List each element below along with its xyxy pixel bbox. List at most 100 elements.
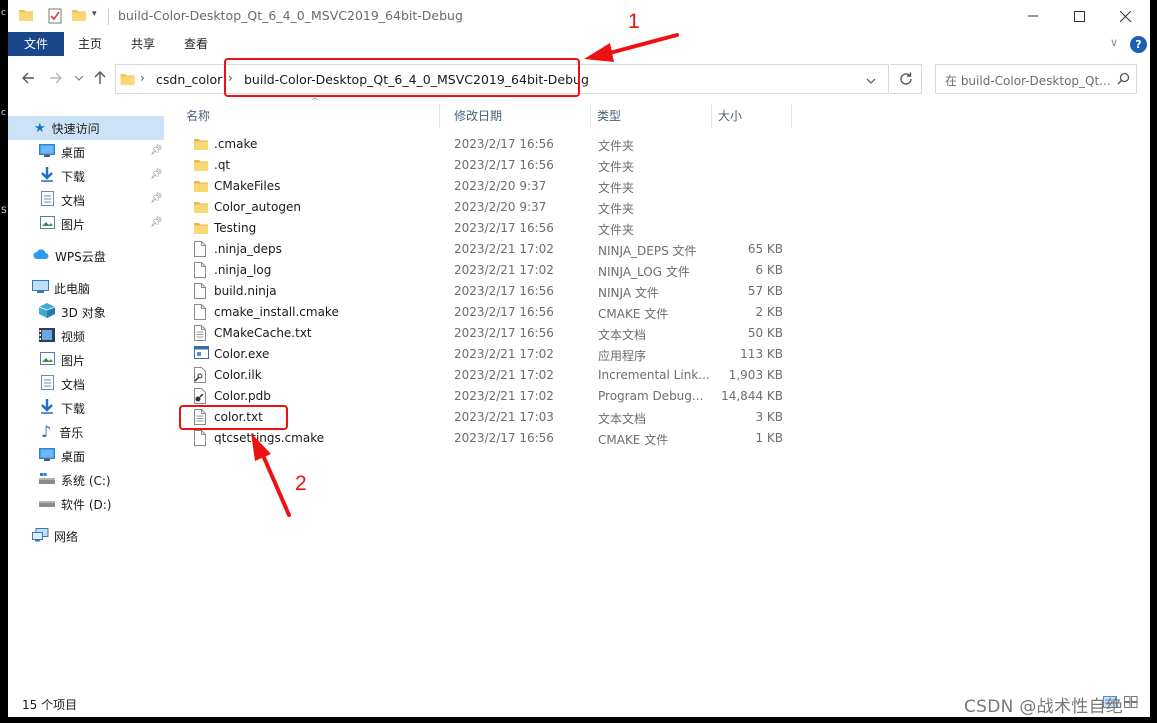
file-name: Color.pdb — [214, 389, 271, 403]
close-button[interactable] — [1102, 0, 1148, 32]
refresh-button[interactable] — [890, 64, 922, 94]
file-row[interactable]: qtcsettings.cmake 2023/2/17 16:56 CMAKE 文件… — [168, 428, 808, 449]
sidebar-item-downloads-pc[interactable]: 下载 — [8, 396, 164, 420]
sidebar-item-label: 桌面 — [61, 449, 86, 464]
sidebar-item-pictures-pc[interactable]: 图片 — [8, 348, 164, 372]
column-header-name[interactable]: 名称 — [180, 104, 440, 128]
column-header-size[interactable]: 大小 — [712, 104, 792, 128]
computer-icon — [32, 279, 49, 297]
tab-file[interactable]: 文件 — [8, 32, 64, 56]
address-dropdown-icon[interactable] — [866, 74, 876, 88]
sidebar-item-documents-pc[interactable]: 文档 — [8, 372, 164, 396]
file-date: 2023/2/17 16:56 — [454, 137, 554, 151]
file-row[interactable]: Testing 2023/2/17 16:56 文件夹 — [168, 218, 808, 239]
tab-share[interactable]: 共享 — [121, 32, 165, 56]
forward-button[interactable] — [46, 68, 66, 88]
maximize-button[interactable] — [1056, 0, 1102, 32]
search-input[interactable]: 在 build-Color-Desktop_Qt... — [935, 64, 1137, 94]
pin-icon[interactable]: 📌︎ — [150, 217, 163, 228]
sidebar-item-desktop[interactable]: 桌面 📌︎ — [8, 140, 164, 164]
file-name: Testing — [214, 221, 257, 235]
file-date: 2023/2/20 9:37 — [454, 200, 547, 214]
pin-icon[interactable]: 📌︎ — [150, 193, 163, 204]
breadcrumb-csdn-color[interactable]: csdn_color — [156, 72, 222, 87]
sidebar-item-label: 下载 — [61, 401, 86, 416]
back-button[interactable] — [18, 68, 38, 88]
help-button[interactable]: ? — [1130, 36, 1147, 53]
background-glyph: S — [1, 206, 7, 216]
file-row[interactable]: cmake_install.cmake 2023/2/17 16:56 CMAKE … — [168, 302, 808, 323]
large-icons-view-icon[interactable] — [1124, 696, 1138, 711]
item-count: 15 个项目 — [22, 698, 78, 712]
sidebar-item-3d-objects[interactable]: 3D 对象 — [8, 300, 164, 324]
expand-ribbon-icon[interactable]: ∨ — [1110, 36, 1118, 49]
file-row[interactable]: Color_autogen 2023/2/20 9:37 文件夹 — [168, 197, 808, 218]
file-row[interactable]: build.ninja 2023/2/17 16:56 NINJA 文件 57 KB — [168, 281, 808, 302]
sidebar-item-downloads[interactable]: 下载 📌︎ — [8, 164, 164, 188]
file-date: 2023/2/17 16:56 — [454, 326, 554, 340]
sidebar-item-videos[interactable]: 视频 — [8, 324, 164, 348]
column-header-date[interactable]: 修改日期 — [448, 104, 591, 128]
file-name: .ninja_log — [214, 263, 272, 277]
file-icon — [194, 262, 208, 278]
sidebar-item-system-drive[interactable]: 系统 (C:) — [8, 468, 164, 492]
file-row[interactable]: .qt 2023/2/17 16:56 文件夹 — [168, 155, 808, 176]
column-header-type[interactable]: 类型 — [591, 104, 712, 128]
new-folder-icon[interactable] — [72, 8, 86, 25]
sidebar-item-network[interactable]: 网络 — [8, 524, 164, 548]
pin-icon[interactable]: 📌︎ — [150, 145, 163, 156]
file-name: .cmake — [214, 137, 258, 151]
file-icon — [194, 430, 208, 446]
up-button[interactable] — [90, 68, 110, 88]
sidebar-item-label: 软件 (D:) — [61, 497, 112, 512]
file-size: 1,903 KB — [728, 368, 783, 382]
file-row[interactable]: .ninja_log 2023/2/21 17:02 NINJA_LOG 文件 6 K… — [168, 260, 808, 281]
file-row[interactable]: Color.pdb 2023/2/21 17:02 Program Debug...… — [168, 386, 808, 407]
file-date: 2023/2/21 17:02 — [454, 263, 554, 277]
recent-locations-button[interactable] — [69, 68, 89, 88]
sidebar-item-desktop-pc[interactable]: 桌面 — [8, 444, 164, 468]
file-row[interactable]: .ninja_deps 2023/2/21 17:02 NINJA_DEPS 文件 6… — [168, 239, 808, 260]
ilk-icon — [194, 367, 208, 383]
file-size: 3 KB — [755, 410, 783, 424]
file-size: 113 KB — [740, 347, 783, 361]
file-row[interactable]: Color.exe 2023/2/21 17:02 应用程序 113 KB — [168, 344, 808, 365]
sidebar-item-software-drive[interactable]: 软件 (D:) — [8, 492, 164, 516]
sidebar-item-this-pc[interactable]: 此电脑 — [8, 276, 164, 300]
file-type: 文本文档 — [598, 412, 647, 426]
folder-icon — [194, 220, 208, 236]
file-type: Program Debug... — [598, 389, 704, 403]
sidebar-item-documents[interactable]: 文档 📌︎ — [8, 188, 164, 212]
tab-view[interactable]: 查看 — [174, 32, 218, 56]
exe-icon — [194, 346, 209, 362]
file-type: 文件夹 — [598, 181, 635, 195]
annotation-box-color-txt — [179, 405, 288, 430]
3d-objects-icon — [38, 303, 56, 321]
ribbon-tabs: 文件 主页 共享 查看 ∨ ? — [8, 32, 1150, 56]
customize-toolbar-icon[interactable]: ▾ — [92, 9, 97, 19]
search-icon[interactable] — [1117, 72, 1130, 88]
sidebar-item-label: 快速访问 — [51, 121, 100, 136]
network-icon — [32, 527, 49, 545]
pin-icon[interactable]: 📌︎ — [150, 169, 163, 180]
file-row[interactable]: .cmake 2023/2/17 16:56 文件夹 — [168, 134, 808, 155]
breadcrumb-separator-icon[interactable]: › — [140, 71, 145, 85]
sidebar-item-wps-cloud[interactable]: WPS云盘 — [8, 244, 164, 268]
sidebar-item-pictures[interactable]: 图片 📌︎ — [8, 212, 164, 236]
sidebar-item-quick-access[interactable]: ★ 快速访问 — [8, 116, 164, 140]
file-date: 2023/2/17 16:56 — [454, 284, 554, 298]
sidebar-item-label: 此电脑 — [54, 281, 91, 296]
tab-home[interactable]: 主页 — [68, 32, 112, 56]
sidebar-item-music[interactable]: ♪ 音乐 — [8, 420, 164, 444]
file-row[interactable]: CMakeFiles 2023/2/20 9:37 文件夹 — [168, 176, 808, 197]
file-type: 文件夹 — [598, 202, 635, 216]
properties-icon[interactable] — [48, 8, 62, 27]
file-name: qtcsettings.cmake — [214, 431, 325, 445]
minimize-button[interactable] — [1010, 0, 1056, 32]
file-type: 文件夹 — [598, 160, 635, 174]
file-row[interactable]: CMakeCache.txt 2023/2/17 16:56 文本文档 50 KB — [168, 323, 808, 344]
file-row[interactable]: Color.ilk 2023/2/21 17:02 Incremental Link… — [168, 365, 808, 386]
file-name: CMakeCache.txt — [214, 326, 312, 340]
file-type: 应用程序 — [598, 349, 647, 363]
star-icon: ★ — [34, 120, 46, 136]
